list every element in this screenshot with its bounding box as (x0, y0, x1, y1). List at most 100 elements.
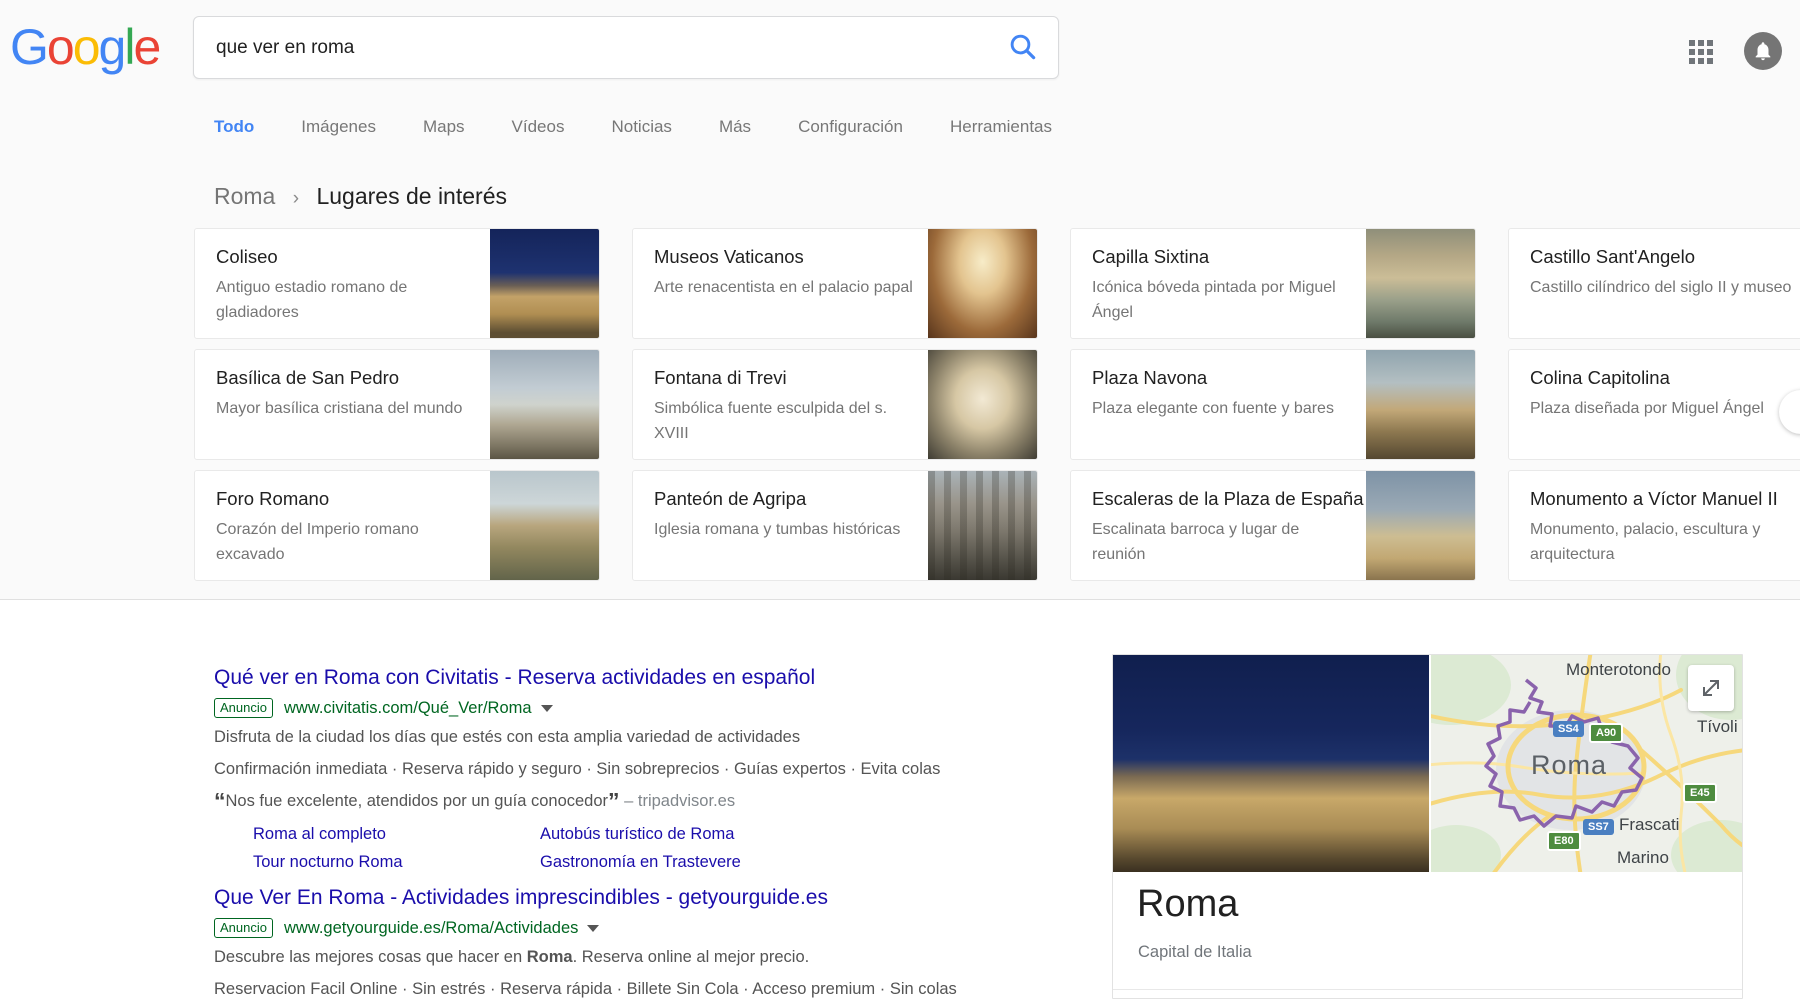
ad-description: Disfruta de la ciudad los días que estés… (214, 724, 1004, 750)
place-title: Castillo Sant'Angelo (1530, 246, 1800, 268)
search-icon (1008, 50, 1038, 65)
desc-bold: Roma (527, 948, 573, 966)
tab-maps[interactable]: Maps (423, 117, 465, 137)
place-desc: Icónica bóveda pintada por Miguel Ángel (1092, 275, 1354, 325)
piazza-navona-photo (1366, 350, 1475, 459)
place-card[interactable]: Colina Capitolina Plaza diseñada por Mig… (1508, 349, 1800, 460)
tab-mas[interactable]: Más (719, 117, 751, 137)
sitelink[interactable]: Roma al completo (253, 825, 540, 844)
tab-noticias[interactable]: Noticias (611, 117, 671, 137)
dropdown-arrow-icon[interactable] (541, 705, 553, 712)
colosseum-photo (490, 229, 599, 338)
quote-open: “ (214, 788, 226, 814)
places-card-grid: Coliseo Antiguo estadio romano de gladia… (194, 228, 1800, 591)
ad-description: Confirmación inmediata · Reserva rápido … (214, 756, 1004, 782)
ad-title-link[interactable]: Que Ver En Roma - Actividades imprescind… (214, 884, 1004, 911)
map-label-frascati: Frascati (1619, 815, 1679, 835)
ad-review-quote: “Nos fue excelente, atendidos por un guí… (214, 788, 1004, 814)
ad-title-link[interactable]: Qué ver en Roma con Civitatis - Reserva … (214, 664, 1004, 691)
ad-meta-row: Anuncio www.getyourguide.es/Roma/Activid… (214, 918, 1004, 938)
place-card[interactable]: Basílica de San Pedro Mayor basílica cri… (194, 349, 600, 460)
tab-herramientas[interactable]: Herramientas (950, 117, 1052, 137)
breadcrumb-current: Lugares de interés (316, 183, 507, 209)
road-badge-e45: E45 (1683, 783, 1717, 803)
chevron-right-icon: › (293, 188, 299, 209)
apps-grid-icon[interactable] (1688, 39, 1714, 65)
tab-todo[interactable]: Todo (214, 117, 254, 137)
search-button[interactable] (1006, 31, 1040, 65)
ad-badge: Anuncio (214, 918, 273, 938)
sitelink[interactable]: Tour nocturno Roma (253, 853, 540, 872)
card-row: Basílica de San Pedro Mayor basílica cri… (194, 349, 1800, 460)
place-desc: Simbólica fuente esculpida del s. XVIII (654, 396, 916, 446)
desc-text: Descubre las mejores cosas que hacer en (214, 948, 527, 966)
desc-text: . Reserva online al mejor precio. (573, 948, 810, 966)
place-desc: Iglesia romana y tumbas históricas (654, 517, 916, 542)
road-badge-ss4: SS4 (1553, 721, 1584, 737)
place-card[interactable]: Fontana di Trevi Simbólica fuente esculp… (632, 349, 1038, 460)
place-card[interactable]: Escaleras de la Plaza de España Escalina… (1070, 470, 1476, 581)
place-card[interactable]: Capilla Sixtina Icónica bóveda pintada p… (1070, 228, 1476, 339)
search-box (193, 16, 1059, 79)
place-desc: Plaza diseñada por Miguel Ángel (1530, 396, 1792, 421)
quote-text: Nos fue excelente, atendidos por un guía… (226, 792, 609, 810)
place-card[interactable]: Castillo Sant'Angelo Castillo cilíndrico… (1508, 228, 1800, 339)
vatican-museums-photo (928, 229, 1037, 338)
place-card[interactable]: Foro Romano Corazón del Imperio romano e… (194, 470, 600, 581)
ad-description: Reservacion Facil Online · Sin estrés · … (214, 976, 1004, 999)
card-row: Coliseo Antiguo estadio romano de gladia… (194, 228, 1800, 339)
ad-badge: Anuncio (214, 698, 273, 718)
ad-url: www.getyourguide.es/Roma/Actividades (284, 919, 578, 938)
sitelink[interactable]: Gastronomía en Trastevere (540, 853, 1004, 872)
place-card[interactable]: Museos Vaticanos Arte renacentista en el… (632, 228, 1038, 339)
roman-forum-photo (490, 471, 599, 580)
place-card[interactable]: Plaza Navona Plaza elegante con fuente y… (1070, 349, 1476, 460)
ad-sitelinks: Roma al completo Autobús turístico de Ro… (253, 825, 1004, 872)
place-desc: Mayor basílica cristiana del mundo (216, 396, 478, 421)
ad-result: Qué ver en Roma con Civitatis - Reserva … (214, 664, 1004, 872)
place-desc: Arte renacentista en el palacio papal (654, 275, 916, 300)
header-section: Google Todo Im (0, 0, 1800, 600)
quote-source: – tripadvisor.es (624, 792, 735, 810)
quote-close: ” (608, 788, 620, 814)
place-desc: Escalinata barroca y lugar de reunión (1092, 517, 1354, 567)
notifications-bell-button[interactable] (1744, 32, 1782, 70)
knowledge-panel-title: Roma (1137, 883, 1238, 926)
tab-configuracion[interactable]: Configuración (798, 117, 903, 137)
spanish-steps-photo (1366, 471, 1475, 580)
knowledge-panel: Monterotondo Tívoli Roma Frascati Marino… (1112, 654, 1743, 999)
google-logo[interactable]: Google (10, 18, 159, 76)
place-title: Colina Capitolina (1530, 367, 1800, 389)
sistine-chapel-photo (1366, 229, 1475, 338)
ad-description: Descubre las mejores cosas que hacer en … (214, 944, 1004, 970)
place-desc: Monumento, palacio, escultura y arquitec… (1530, 517, 1792, 567)
divider (1113, 989, 1742, 990)
logo-letter: o (47, 19, 73, 75)
ad-meta-row: Anuncio www.civitatis.com/Qué_Ver/Roma (214, 698, 1004, 718)
search-input[interactable] (216, 17, 976, 78)
map-label-roma: Roma (1531, 750, 1607, 781)
knowledge-panel-subtitle: Capital de Italia (1138, 943, 1252, 962)
logo-letter: g (99, 19, 125, 75)
place-desc: Antiguo estadio romano de gladiadores (216, 275, 478, 325)
road-badge-a90: A90 (1589, 723, 1623, 743)
trevi-fountain-photo (928, 350, 1037, 459)
rome-map[interactable]: Monterotondo Tívoli Roma Frascati Marino… (1431, 655, 1742, 872)
sitelink[interactable]: Autobús turístico de Roma (540, 825, 1004, 844)
place-desc: Plaza elegante con fuente y bares (1092, 396, 1354, 421)
dropdown-arrow-icon[interactable] (587, 925, 599, 932)
place-desc: Castillo cilíndrico del siglo II y museo (1530, 275, 1792, 300)
map-label-marino: Marino (1617, 848, 1669, 868)
st-peters-basilica-photo (490, 350, 599, 459)
results-tabs: Todo Imágenes Maps Vídeos Noticias Más C… (214, 117, 1052, 137)
ad-url: www.civitatis.com/Qué_Ver/Roma (284, 699, 532, 718)
ad-result: Que Ver En Roma - Actividades imprescind… (214, 884, 1004, 999)
place-card[interactable]: Coliseo Antiguo estadio romano de gladia… (194, 228, 600, 339)
map-expand-button[interactable] (1688, 665, 1734, 711)
tab-videos[interactable]: Vídeos (512, 117, 565, 137)
place-card[interactable]: Panteón de Agripa Iglesia romana y tumba… (632, 470, 1038, 581)
tab-imagenes[interactable]: Imágenes (301, 117, 376, 137)
place-card[interactable]: Monumento a Víctor Manuel II Monumento, … (1508, 470, 1800, 581)
breadcrumb-root[interactable]: Roma (214, 183, 275, 209)
colosseum-night-photo[interactable] (1113, 655, 1429, 872)
